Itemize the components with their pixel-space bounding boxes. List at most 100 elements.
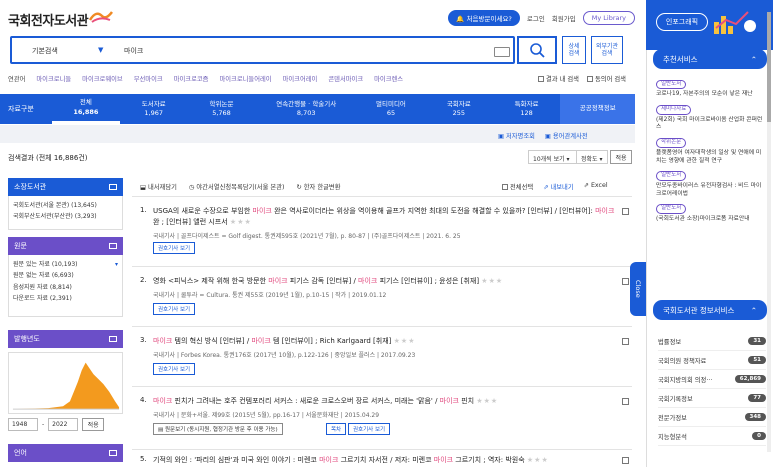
close-panel-button[interactable]: Close [630, 262, 646, 316]
related-label: 연관어 [8, 76, 26, 83]
recommend-item[interactable]: 일반도서 코로나19, 자본주의의 모순이 낳은 재난 [656, 80, 766, 99]
save-library-button[interactable]: ⬓ 내서재담기 [140, 182, 177, 191]
related-term[interactable]: 마이크로니들어레이 [219, 74, 271, 83]
search-icon [530, 43, 545, 58]
item-checkbox[interactable] [622, 457, 629, 464]
recommend-item[interactable]: 일반도서 (국회도서관 소장)마이크로폼 자료안내 [656, 204, 766, 223]
related-term[interactable]: 마이크로웨이브 [82, 74, 123, 83]
facet-fulltext: 원문 원문 있는 자료 (10,193) ▾ 원문 없는 자료 (6,693) … [8, 237, 123, 317]
related-term[interactable]: 마이크어레이 [283, 74, 318, 83]
export-button[interactable]: ⇗ 내보내기 [543, 182, 573, 191]
external-search-button[interactable]: 외부기관 검색 [591, 36, 623, 64]
related-term[interactable]: 마이크렌스 [374, 74, 403, 83]
service-item[interactable]: 법률정보 31 [658, 332, 766, 351]
keyboard-icon[interactable] [494, 47, 510, 57]
item-meta: 국내기사 | 골프다이제스트 = Golf digest. 통권제595호 (2… [153, 233, 461, 240]
toc-button[interactable]: 목차 [326, 423, 347, 435]
facet-item[interactable]: 음성지원 자료 (8,814) [13, 282, 118, 293]
detail-search-button[interactable]: 상세 검색 [562, 36, 586, 64]
chevron-down-icon[interactable]: ▼ [98, 46, 103, 54]
service-item[interactable]: 국회지방의회 의정··· 62,869 [658, 370, 766, 389]
within-results-checkbox[interactable]: 결과 내 검색 [538, 74, 579, 83]
login-link[interactable]: 로그인 [527, 13, 545, 23]
my-library-button[interactable]: My Library [582, 11, 635, 25]
service-item[interactable]: 전문가정보 348 [658, 408, 766, 427]
item-title[interactable]: 영화 <피닉스> 제작 위해 한국 방문한 마이크 피기스 감독 [인터뷰] /… [153, 276, 623, 287]
service-item[interactable]: 국회의원 정책자료 51 [658, 351, 766, 370]
site-logo[interactable]: 국회전자도서관 [8, 10, 89, 29]
recommend-item[interactable]: 세미나자료 (제2회) 국회 마이크로바이옴 산업화 콘퍼런스 [656, 105, 766, 132]
result-item: 1. USGA의 새로운 수장으로 부임한 마이크 완은 역사로이더라는 위상을… [140, 206, 630, 256]
tab-articles[interactable]: 연속간행물 · 학술기사 8,703 [255, 94, 357, 124]
item-title[interactable]: USGA의 새로운 수장으로 부임한 마이크 완은 역사로이더라는 위상을 역이… [153, 206, 623, 227]
item-checkbox[interactable] [622, 278, 629, 285]
result-item: 3. 마이크 템의 혁신 방식 [인터뷰] / 마이크 템 [인터뷰이] ; R… [140, 336, 630, 381]
hanja-convert-button[interactable]: ↻ 한자 한글변환 [296, 182, 340, 191]
tab-theses[interactable]: 학위논문 5,768 [188, 94, 256, 124]
item-title[interactable]: 마이크 템의 혁신 방식 [인터뷰] / 마이크 템 [인터뷰이] ; Rich… [153, 336, 623, 347]
sub-links: ▣ 저자명조회 ▣ 용어관계사전 [498, 131, 588, 140]
infographic-button[interactable]: 인포그래픽 [656, 13, 708, 31]
item-meta: 국내기사 | 쿨투라 = Cultura. 통권 제55호 (2019년 1월)… [153, 292, 387, 299]
recommend-item[interactable]: 일반도서 만모두종바이러스 유전자형검사 : 비드 마이크로어레이법 [656, 171, 766, 198]
facet-item[interactable]: 국회부산도서관(부산관) (3,293) [13, 211, 118, 222]
collapse-icon[interactable] [109, 184, 117, 190]
facet-item[interactable]: 국회도서관(서울 본관) (13,645) [13, 200, 118, 211]
search-type-select[interactable]: 기본검색 [32, 46, 58, 56]
item-title[interactable]: 기적의 와인 : '파리의 심판'과 미국 와인 이야기 : 미렌코 마이크 그… [153, 455, 623, 466]
year-apply-button[interactable]: 적용 [82, 418, 105, 431]
related-term[interactable]: 마이크로니들 [36, 74, 71, 83]
recommend-item[interactable]: 학위논문 플랫폼영어 여자대학생의 일상 및 연애에 미치는 영향에 관한 질적 … [656, 138, 766, 165]
view-issue-button[interactable]: 권호기사 보기 [153, 363, 196, 375]
facet-header[interactable]: 발행년도 [8, 330, 123, 348]
tab-assembly[interactable]: 국회자료 255 [425, 94, 493, 124]
tab-policy[interactable]: 공공정책정보 [560, 94, 636, 124]
excel-button[interactable]: ⇗ Excel [584, 182, 608, 191]
facet-item[interactable]: 원문 없는 자료 (6,693) [13, 270, 118, 281]
year-from-input[interactable]: 1948 [8, 418, 38, 431]
facet-item[interactable]: 다운로드 자료 (2,391) [13, 293, 118, 304]
item-checkbox[interactable] [622, 398, 629, 405]
search-input[interactable]: 마이크 [124, 46, 143, 56]
signup-link[interactable]: 회원가입 [552, 13, 576, 23]
collapse-icon[interactable] [109, 336, 117, 342]
item-checkbox[interactable] [622, 338, 629, 345]
scrollbar-thumb[interactable] [767, 12, 771, 122]
tab-special[interactable]: 특화자료 128 [493, 94, 561, 124]
facet-header[interactable]: 소장도서관 [8, 178, 123, 196]
tab-multimedia[interactable]: 멀티미디어 65 [357, 94, 425, 124]
view-fulltext-button[interactable]: ▤ 원문보기 (동시지원, 협정기관 방문 후 이용 가능) [153, 423, 283, 435]
sort-apply-button[interactable]: 적용 [610, 150, 632, 164]
item-checkbox[interactable] [622, 208, 629, 215]
library-service-header[interactable]: 국회도서관 정보서비스 ⌃ [653, 300, 767, 320]
chevron-up-icon: ⌃ [750, 54, 757, 64]
facet-header[interactable]: 언어 [8, 444, 123, 462]
related-term[interactable]: 마이크로코즘 [174, 74, 209, 83]
year-to-input[interactable]: 2022 [48, 418, 79, 431]
view-issue-button[interactable]: 권호기사 보기 [348, 423, 391, 435]
thesaurus-link[interactable]: ▣ 용어관계사전 [545, 131, 588, 140]
collapse-icon[interactable] [109, 450, 117, 456]
search-button[interactable] [517, 36, 557, 64]
chevron-up-icon: ⌃ [750, 305, 757, 315]
night-basket-button[interactable]: ◷ 야간서열신청목록담기(서울 본관) [189, 182, 285, 191]
related-term[interactable]: 무선마이크 [134, 74, 163, 83]
service-item[interactable]: 지능형분석 0 [658, 427, 766, 446]
facet-item[interactable]: 원문 있는 자료 (10,193) ▾ [13, 259, 118, 270]
first-visit-button[interactable]: 🔔 처음방문이세요? [448, 10, 520, 26]
facet-header[interactable]: 원문 [8, 237, 123, 255]
service-item[interactable]: 국회기록정보 77 [658, 389, 766, 408]
view-issue-button[interactable]: 권호기사 보기 [153, 303, 196, 315]
recommend-header[interactable]: 추천서비스 ⌃ [653, 49, 767, 69]
view-issue-button[interactable]: 권호기사 보기 [153, 242, 196, 254]
author-lookup-link[interactable]: ▣ 저자명조회 [498, 131, 535, 140]
sort-select[interactable]: 정확도 ▾ [576, 150, 608, 164]
item-title[interactable]: 마이크 핀치가 그려내는 호주 컨템포러리 서커스 : 새로운 크로스오버 장르… [153, 396, 623, 407]
related-term[interactable]: 콘덴서마이크 [328, 74, 363, 83]
collapse-icon[interactable] [109, 243, 117, 249]
synonym-checkbox[interactable]: 동의어 검색 [586, 74, 626, 83]
tab-all[interactable]: 전체 16,886 [52, 94, 120, 124]
tab-books[interactable]: 도서자료 1,967 [120, 94, 188, 124]
select-all-checkbox[interactable]: 전체선택 [502, 182, 533, 191]
divider [132, 386, 632, 387]
